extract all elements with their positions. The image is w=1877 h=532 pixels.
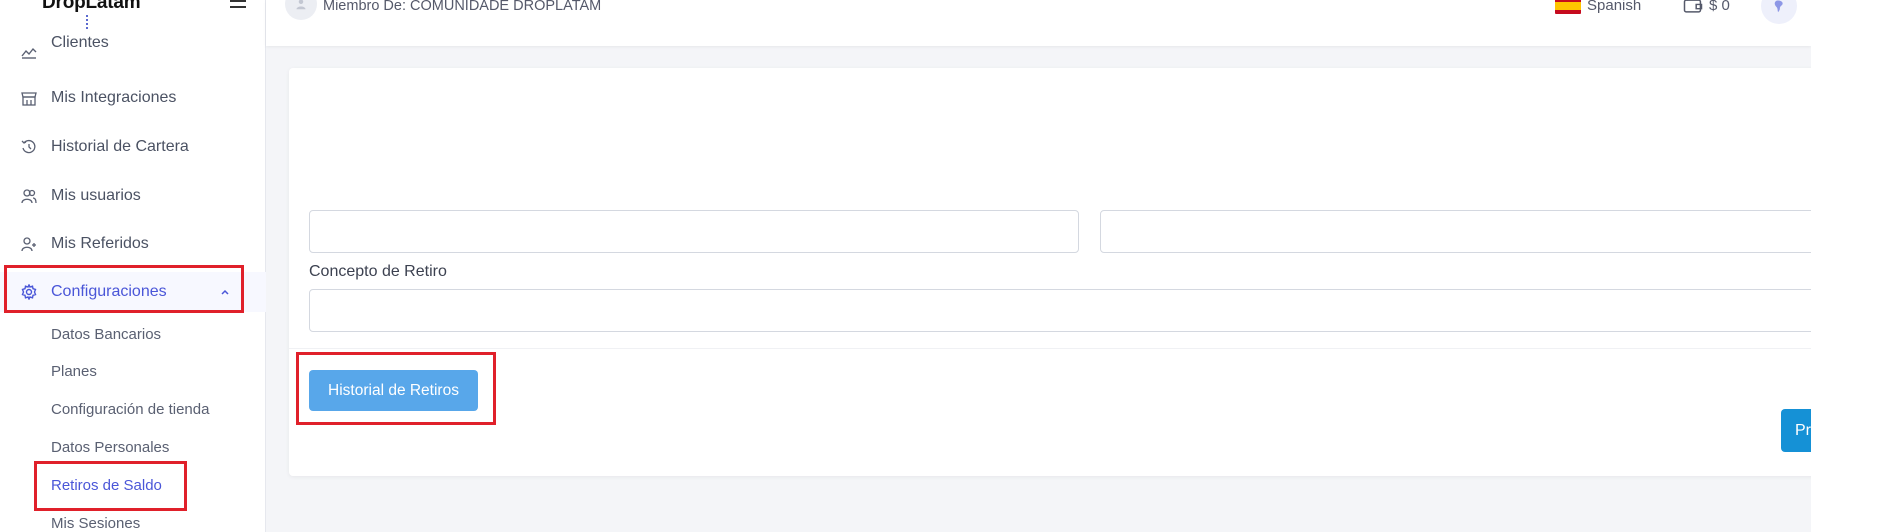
history-icon [20,138,38,156]
sidebar-item-mis-integraciones[interactable]: Mis Integraciones [0,78,266,118]
sidebar-item-label: Clientes [51,34,109,51]
sidebar-subitem-retiros-de-saldo[interactable]: Retiros de Saldo [51,477,162,494]
wallet-icon [1683,0,1703,13]
sidebar-subitem-planes[interactable]: Planes [51,363,97,380]
spain-flag-icon [1555,0,1581,14]
sidebar-item-label: Mis Integraciones [51,89,177,106]
sidebar-item-clientes[interactable]: Clientes [0,31,266,71]
topbar: Miembro De: COMUNIDADE DROPLATAM Spanish… [266,0,1811,46]
card-divider [289,348,1811,349]
concepto-label: Concepto de Retiro [309,263,447,280]
process-button[interactable]: Pro [1781,409,1811,452]
withdrawal-form-card: Concepto de Retiro Historial de Retiros … [289,68,1811,476]
language-selector[interactable]: Spanish [1555,0,1641,14]
member-text: Miembro De: COMUNIDADE DROPLATAM [323,0,602,14]
viewport: DropLatam Clientes Mis Integraciones His… [0,0,1877,532]
sidebar-subitem-datos-personales[interactable]: Datos Personales [51,439,169,456]
sidebar-item-mis-usuarios[interactable]: Mis usuarios [0,176,266,216]
logo-dots-icon [86,15,90,29]
sidebar: DropLatam Clientes Mis Integraciones His… [0,0,266,532]
brand-logo[interactable]: DropLatam [42,0,141,14]
sidebar-item-label: Configuraciones [51,283,167,300]
globe-icon [1774,0,1783,13]
sidebar-item-configuraciones[interactable]: Configuraciones [0,272,266,312]
sidebar-item-historial-de-cartera[interactable]: Historial de Cartera [0,127,266,167]
concepto-input[interactable] [309,289,1811,332]
sidebar-item-label: Mis Referidos [51,235,149,252]
language-label: Spanish [1587,0,1642,14]
gear-icon [20,283,38,301]
sidebar-item-mis-referidos[interactable]: Mis Referidos [0,224,266,264]
chart-line-icon [20,43,38,61]
store-icon [20,89,38,107]
chevron-up-icon[interactable] [219,286,231,298]
withdrawal-field-2[interactable] [1100,210,1811,253]
user-icon [296,0,306,10]
sidebar-subitem-configuracion-de-tienda[interactable]: Configuración de tienda [51,401,209,418]
sidebar-item-label: Historial de Cartera [51,138,189,155]
app-window: DropLatam Clientes Mis Integraciones His… [0,0,1811,532]
user-menu-avatar[interactable] [1761,0,1797,24]
users-icon [20,187,38,205]
withdrawal-field-1[interactable] [309,210,1079,253]
wallet-balance[interactable]: $ 0 [1683,0,1730,14]
user-plus-icon [20,235,38,253]
sidebar-item-label: Mis usuarios [51,187,141,204]
sidebar-subitem-datos-bancarios[interactable]: Datos Bancarios [51,326,161,343]
member-avatar [285,0,317,20]
hamburger-menu-icon[interactable] [229,0,249,12]
historial-retiros-button[interactable]: Historial de Retiros [309,370,478,411]
sidebar-subitem-mis-sesiones[interactable]: Mis Sesiones [51,515,140,532]
wallet-amount: $ 0 [1709,0,1730,14]
